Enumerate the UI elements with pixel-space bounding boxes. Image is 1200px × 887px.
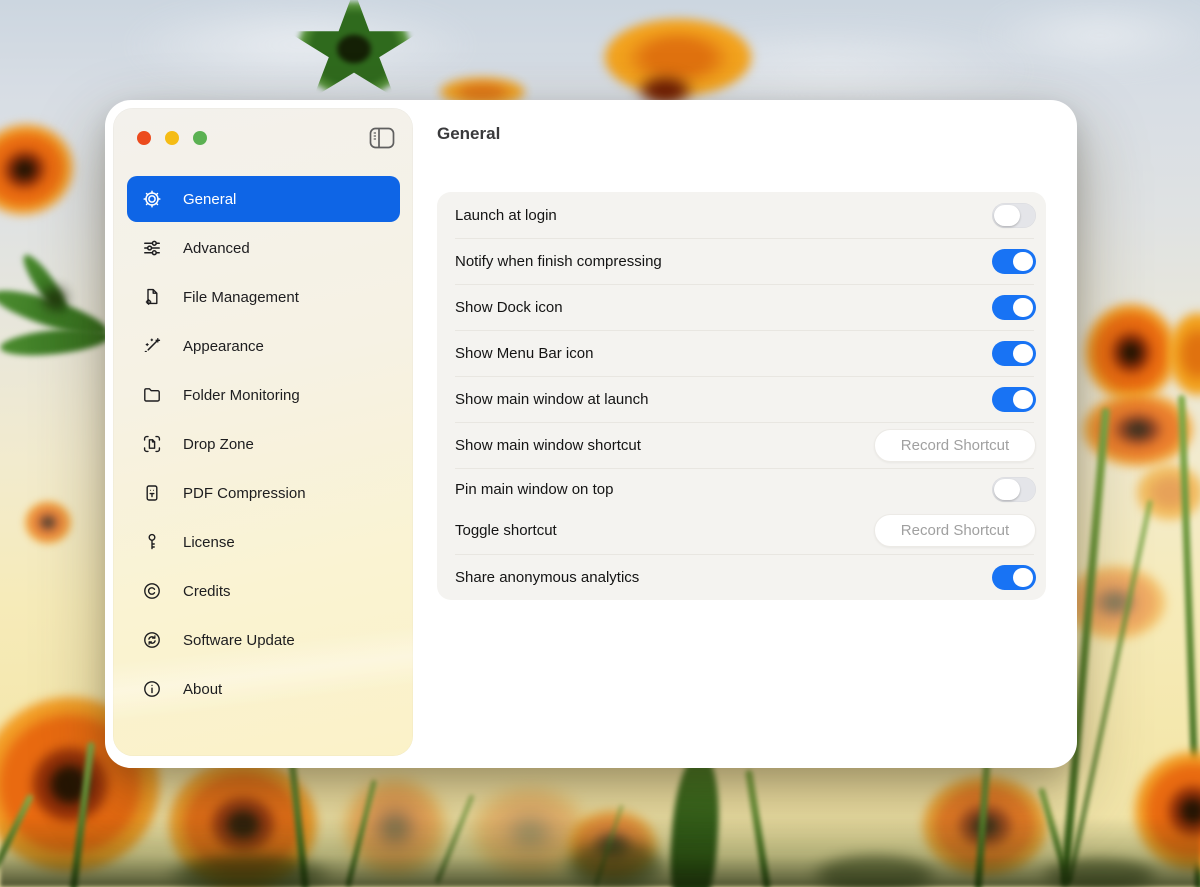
- sliders-icon: [141, 237, 163, 259]
- row-label: Notify when finish compressing: [455, 253, 662, 270]
- document-viewfinder-icon: [141, 433, 163, 455]
- update-arrows-icon: [141, 629, 163, 651]
- folder-icon: [141, 384, 163, 406]
- sidebar-item-label: Folder Monitoring: [183, 387, 300, 404]
- blurred-leaf: [666, 751, 723, 887]
- sidebar-item-file-management[interactable]: File Management: [127, 274, 400, 320]
- show-main-window-at-launch-toggle[interactable]: [992, 387, 1036, 412]
- sidebar-item-label: PDF Compression: [183, 485, 306, 502]
- close-button[interactable]: [137, 131, 151, 145]
- settings-row: Show main window shortcut Record Shortcu…: [437, 422, 1046, 468]
- sidebar-toggle-icon[interactable]: [369, 127, 395, 149]
- sidebar-item-general[interactable]: General: [127, 176, 400, 222]
- settings-row: Show main window at launch: [437, 376, 1046, 422]
- sidebar-item-credits[interactable]: Credits: [127, 568, 400, 614]
- settings-row: Launch at login: [437, 192, 1046, 238]
- settings-row: Notify when finish compressing: [437, 238, 1046, 284]
- document-gear-icon: [141, 286, 163, 308]
- wand-stars-icon: [141, 335, 163, 357]
- settings-window: General Advanced: [105, 100, 1077, 768]
- row-label: Launch at login: [455, 207, 557, 224]
- sidebar-item-label: Drop Zone: [183, 436, 254, 453]
- sidebar-item-label: General: [183, 191, 236, 208]
- show-dock-icon-toggle[interactable]: [992, 295, 1036, 320]
- green-star-plant: [284, 0, 424, 108]
- sidebar-nav: General Advanced: [113, 176, 413, 712]
- record-shortcut-button[interactable]: Record Shortcut: [874, 429, 1036, 462]
- zoom-button[interactable]: [193, 131, 207, 145]
- titlebar: [113, 108, 413, 149]
- gear-icon: [141, 188, 163, 210]
- sidebar-item-label: Software Update: [183, 632, 295, 649]
- row-label: Share anonymous analytics: [455, 569, 639, 586]
- page-title: General: [437, 124, 500, 144]
- record-shortcut-button[interactable]: Record Shortcut: [874, 514, 1036, 547]
- row-label: Pin main window on top: [455, 481, 613, 498]
- sidebar-item-about[interactable]: About: [127, 666, 400, 712]
- sidebar-item-license[interactable]: License: [127, 519, 400, 565]
- sidebar: General Advanced: [113, 108, 413, 756]
- settings-row: Share anonymous analytics: [437, 554, 1046, 600]
- bottom-foliage-shade: [0, 817, 1200, 887]
- sidebar-item-label: File Management: [183, 289, 299, 306]
- copyright-icon: [141, 580, 163, 602]
- settings-row: Show Dock icon: [437, 284, 1046, 330]
- settings-row: Show Menu Bar icon: [437, 330, 1046, 376]
- sidebar-item-label: About: [183, 681, 222, 698]
- sidebar-item-pdf-compression[interactable]: PDF Compression: [127, 470, 400, 516]
- row-label: Show main window shortcut: [455, 437, 641, 454]
- notify-when-finish-toggle[interactable]: [992, 249, 1036, 274]
- settings-group: Launch at login Notify when finish compr…: [437, 192, 1046, 600]
- share-analytics-toggle[interactable]: [992, 565, 1036, 590]
- launch-at-login-toggle[interactable]: [992, 203, 1036, 228]
- sidebar-item-advanced[interactable]: Advanced: [127, 225, 400, 271]
- sidebar-item-drop-zone[interactable]: Drop Zone: [127, 421, 400, 467]
- info-icon: [141, 678, 163, 700]
- row-label: Show main window at launch: [455, 391, 648, 408]
- document-text-icon: [141, 482, 163, 504]
- content-pane: General Launch at login Notify when fini…: [421, 100, 1077, 768]
- row-label: Show Dock icon: [455, 299, 563, 316]
- sidebar-item-label: Appearance: [183, 338, 264, 355]
- key-icon: [141, 531, 163, 553]
- sidebar-item-label: License: [183, 534, 235, 551]
- row-label: Toggle shortcut: [455, 522, 557, 539]
- sidebar-item-appearance[interactable]: Appearance: [127, 323, 400, 369]
- settings-row: Pin main window on top: [437, 468, 1046, 510]
- minimize-button[interactable]: [165, 131, 179, 145]
- sidebar-item-label: Advanced: [183, 240, 250, 257]
- show-menu-bar-icon-toggle[interactable]: [992, 341, 1036, 366]
- sidebar-item-label: Credits: [183, 583, 231, 600]
- row-label: Show Menu Bar icon: [455, 345, 593, 362]
- sidebar-item-folder-monitoring[interactable]: Folder Monitoring: [127, 372, 400, 418]
- settings-row: Toggle shortcut Record Shortcut: [437, 510, 1046, 554]
- sidebar-item-software-update[interactable]: Software Update: [127, 617, 400, 663]
- pin-main-window-toggle[interactable]: [992, 477, 1036, 502]
